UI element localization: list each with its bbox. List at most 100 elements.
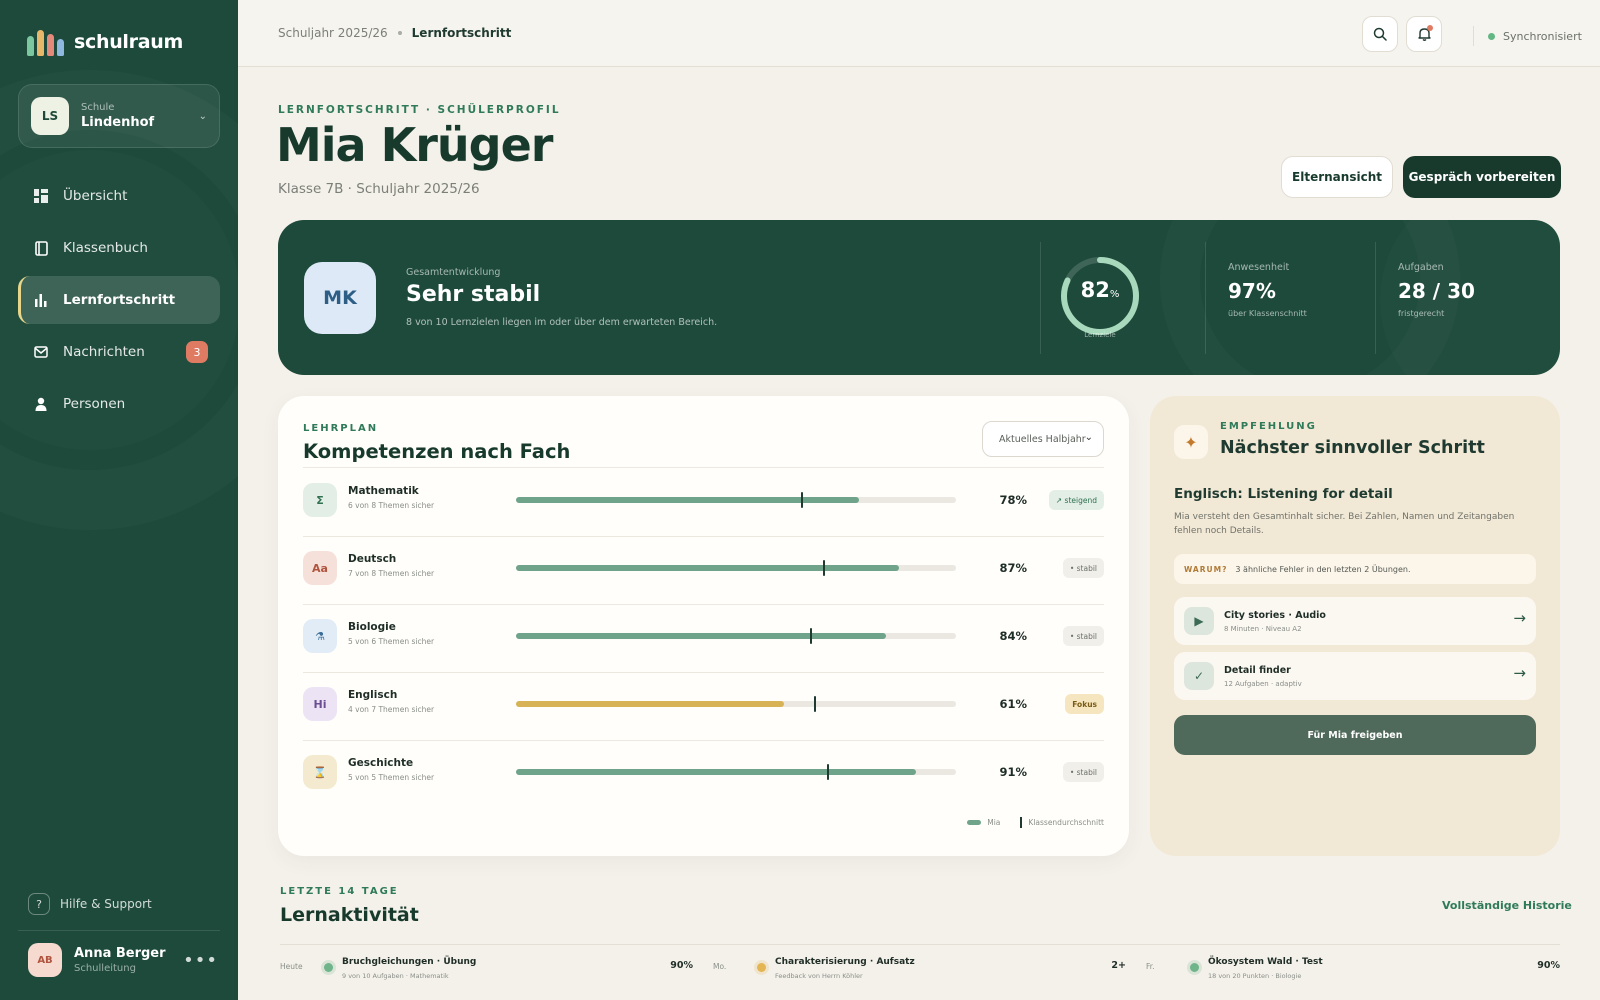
recommendation-title: Nächster sinnvoller Schritt [1220, 438, 1485, 458]
sidebar-item-label: Übersicht [63, 188, 128, 204]
subject-percent: 78% [999, 493, 1027, 507]
resource-item[interactable]: ✓ Detail finder 12 Aufgaben · adaptiv → [1174, 652, 1536, 700]
progress-fill [516, 565, 899, 571]
activity-title: Bruchgleichungen · Übung [342, 957, 477, 967]
recommendation-eyebrow: EMPFEHLUNG [1220, 421, 1317, 432]
list-item[interactable]: Heute Bruchgleichungen · Übung 9 von 10 Au… [280, 954, 693, 986]
trend-badge: • stabil [1062, 558, 1104, 578]
trend-badge: • stabil [1062, 762, 1104, 782]
competences-title: Kompetenzen nach Fach [303, 440, 571, 463]
resource-sub: 8 Minuten · Niveau A2 [1224, 625, 1302, 633]
breadcrumb-current: Lernfortschritt [411, 26, 512, 40]
attendance-label: Anwesenheit [1228, 262, 1290, 273]
legend-student-label: Mia [987, 818, 1001, 827]
progress-track [516, 764, 956, 780]
progress-fill [516, 769, 917, 775]
progress-track [516, 628, 956, 644]
goals-progress-value: 82% [1058, 278, 1142, 302]
sidebar-item-nachrichten[interactable]: Nachrichten 3 [18, 328, 220, 376]
subject-name: Biologie [348, 621, 396, 633]
user-profile[interactable]: AB Anna Berger Schulleitung ••• [28, 943, 218, 977]
sidebar-item-personen[interactable]: Personen [18, 380, 220, 428]
table-row[interactable]: ⌛ Geschichte 5 von 5 Themen sicher 91% • sta… [303, 740, 1104, 800]
progress-fill [516, 497, 860, 503]
subject-name: Mathematik [348, 485, 419, 497]
attendance-value: 97% [1228, 279, 1276, 303]
trend-badge: Fokus [1065, 694, 1104, 714]
list-item[interactable]: Mo. Charakterisierung · Aufsatz Feedback v… [713, 954, 1126, 986]
legend-average-label: Klassendurchschnitt [1028, 818, 1104, 827]
subject-sub: 5 von 5 Themen sicher [348, 773, 435, 782]
resource-item[interactable]: ▶ City stories · Audio 8 Minuten · Nivea… [1174, 597, 1536, 645]
overall-description: 8 von 10 Lernzielen liegen im oder über … [406, 317, 718, 328]
activity-title: Lernaktivität [280, 904, 419, 926]
parent-view-button[interactable]: Elternansicht [1281, 156, 1393, 198]
tasks-value: 28 / 30 [1398, 279, 1475, 303]
page-eyebrow: LERNFORTSCHRITT · SCHÜLERPROFIL [278, 104, 561, 116]
why-box: WARUM? 3 ähnliche Fehler in den letzten … [1174, 554, 1536, 584]
table-row[interactable]: Σ Mathematik 6 von 8 Themen sicher 78% ↗ ste… [303, 468, 1104, 528]
help-support-link[interactable]: ? Hilfe & Support [28, 893, 152, 915]
tasks-sub: fristgerecht [1398, 309, 1445, 318]
hourglass-icon: ⌛ [303, 755, 337, 789]
table-row[interactable]: Hi Englisch 4 von 7 Themen sicher 61% Fokus [303, 672, 1104, 732]
play-icon: ▶ [1184, 607, 1214, 635]
sync-label: Synchronisiert [1503, 29, 1582, 43]
activity-status-dot [324, 963, 333, 972]
breadcrumb-separator [397, 31, 402, 35]
legend-student-swatch [967, 820, 982, 825]
list-item[interactable]: Fr. Ökosystem Wald · Test 18 von 20 Punkte… [1146, 954, 1560, 986]
full-history-link[interactable]: Vollständige Historie [1442, 899, 1572, 912]
goals-progress-label: Lernziele [1084, 331, 1116, 339]
table-row[interactable]: Aa Deutsch 7 von 8 Themen sicher 87% • stabi… [303, 536, 1104, 596]
activity-value: 90% [1537, 960, 1560, 971]
prepare-conversation-button[interactable]: Gespräch vorbereiten [1403, 156, 1561, 198]
breadcrumb: Schuljahr 2025/26 Lernfortschritt [278, 26, 511, 40]
brand[interactable]: schulraum [27, 28, 183, 56]
brand-name: schulraum [74, 31, 183, 53]
topbar: Schuljahr 2025/26 Lernfortschritt Synchr… [238, 0, 1600, 67]
user-role: Schulleitung [74, 963, 136, 974]
sidebar-item-label: Personen [63, 396, 126, 412]
subject-name: Deutsch [348, 553, 397, 565]
activity-day: Heute [280, 962, 303, 971]
attendance-sub: über Klassenschnitt [1228, 309, 1307, 318]
sidebar-item-uebersicht[interactable]: Übersicht [18, 172, 220, 220]
activity-divider [280, 944, 1560, 945]
period-select-value: Aktuelles Halbjahr [999, 433, 1086, 445]
subject-name: Englisch [348, 689, 398, 701]
grid-icon [33, 188, 49, 204]
school-badge: LS [31, 97, 69, 135]
breadcrumb-year[interactable]: Schuljahr 2025/26 [278, 26, 388, 40]
logo-icon [27, 28, 64, 56]
resource-sub: 12 Aufgaben · adaptiv [1224, 680, 1302, 688]
sync-status-dot [1488, 32, 1495, 40]
period-select[interactable]: Aktuelles Halbjahr ⌄ [982, 421, 1104, 457]
progress-fill [516, 633, 886, 639]
activity-value: 90% [670, 960, 693, 971]
search-button[interactable] [1362, 16, 1398, 52]
release-button[interactable]: Für Mia freigeben [1174, 715, 1536, 755]
progress-track [516, 696, 956, 712]
trend-badge: ↗ steigend [1048, 490, 1104, 510]
sidebar-item-label: Klassenbuch [63, 240, 148, 256]
school-switcher[interactable]: LS Schule Lindenhof ⌄ [18, 84, 220, 148]
subject-percent: 87% [999, 561, 1027, 575]
sidebar-item-lernfortschritt[interactable]: Lernfortschritt [18, 276, 220, 324]
class-average-marker [801, 492, 803, 508]
student-avatar: MK [304, 262, 376, 334]
activity-sub: 9 von 10 Aufgaben · Mathematik [342, 972, 449, 980]
why-label: WARUM? [1184, 564, 1228, 574]
activity-sub: 18 von 20 Punkten · Biologie [1208, 972, 1302, 980]
more-icon[interactable]: ••• [183, 950, 218, 971]
text-icon: Aa [303, 551, 337, 585]
tasks-stat: Aufgaben 28 / 30 fristgerecht [1398, 262, 1475, 318]
notifications-button[interactable] [1406, 16, 1442, 52]
class-average-marker [809, 628, 812, 644]
sidebar: schulraum LS Schule Lindenhof ⌄ Übersich… [0, 0, 238, 1000]
search-icon [1373, 27, 1387, 41]
activity-status-dot [1190, 963, 1199, 972]
class-average-marker [823, 560, 825, 576]
table-row[interactable]: ⚗ Biologie 5 von 6 Themen sicher 84% • stabi… [303, 604, 1104, 664]
sidebar-item-klassenbuch[interactable]: Klassenbuch [18, 224, 220, 272]
